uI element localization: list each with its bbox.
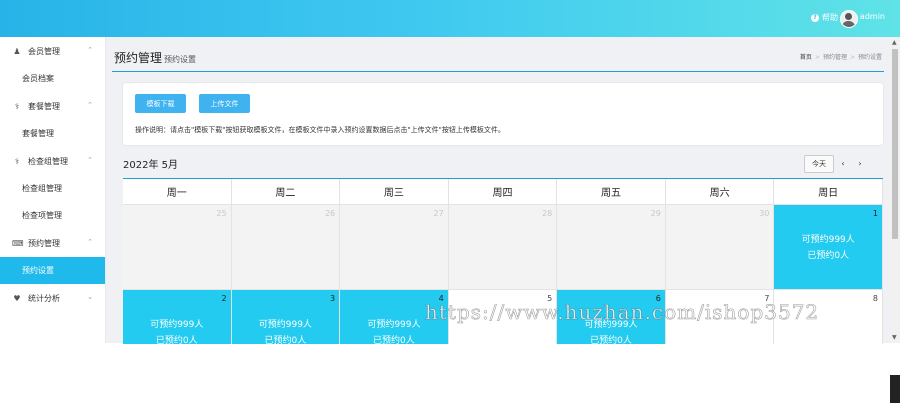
available-count: 可预约999人	[258, 320, 312, 330]
breadcrumb: 首页 > 预约管理 > 预约设置	[800, 52, 882, 61]
calendar-day-cell[interactable]: 1 可预约999人 已预约0人	[774, 205, 883, 290]
booked-count: 已预约0人	[373, 336, 415, 344]
sidebar-group-appointments[interactable]: ⌨ 预约管理 ⌃	[0, 229, 105, 257]
weekday-header: 周一	[123, 179, 232, 205]
calendar-day-cell[interactable]: 3 可预约999人 已预约0人	[231, 290, 341, 344]
weekday-header: 周五	[557, 179, 666, 205]
day-number: 25	[216, 209, 227, 218]
watermark-text: https://www.huzhan.com/ishop3572	[425, 300, 820, 325]
title-divider	[112, 71, 884, 72]
scrollbar-thumb[interactable]	[892, 49, 898, 239]
sidebar: ♟ 会员管理 ⌃ 会员档案 ⚕ 套餐管理 ⌃ 套餐管理 ⚕ 检查组管理 ⌃ 检查…	[0, 37, 106, 343]
scroll-up-arrow-icon[interactable]: ▲	[892, 39, 897, 46]
available-count: 可预约999人	[150, 320, 204, 330]
sidebar-item-member-records[interactable]: 会员档案	[0, 65, 105, 92]
sidebar-group-packages[interactable]: ⚕ 套餐管理 ⌃	[0, 92, 105, 120]
sidebar-group-label: 套餐管理	[28, 101, 60, 111]
chevron-up-icon: ⌃	[87, 46, 93, 54]
main-content: 预约管理 预约设置 首页 > 预约管理 > 预约设置 模板下载 上传文件 操作说明：请点击…	[106, 37, 890, 344]
keyboard-icon: ⌨	[12, 238, 24, 248]
help-link[interactable]: ? 帮助	[811, 12, 838, 23]
top-header-bar: ? 帮助 admin	[0, 0, 900, 37]
instructions-text: 操作说明：请点击"模板下载"按钮获取模板文件，在模板文件中录入预约设置数据后点击…	[135, 126, 505, 134]
breadcrumb-separator: >	[849, 54, 855, 61]
help-label: 帮助	[822, 13, 838, 22]
user-icon: ♟	[13, 46, 21, 56]
sidebar-item-packages[interactable]: 套餐管理	[0, 120, 105, 147]
upload-file-button[interactable]: 上传文件	[199, 94, 250, 113]
sidebar-group-label: 检查组管理	[28, 156, 68, 166]
weekday-header: 周六	[665, 179, 775, 205]
day-number: 1	[872, 209, 878, 218]
sidebar-group-label: 预约管理	[28, 238, 60, 248]
available-count: 可预约999人	[801, 235, 855, 245]
stethoscope-icon: ⚕	[14, 156, 20, 166]
calendar-day-cell[interactable]: 29	[557, 205, 666, 290]
page-title: 预约管理 预约设置	[114, 49, 196, 66]
prev-month-button[interactable]: ‹	[836, 155, 850, 171]
calendar-day-cell[interactable]: 28	[448, 205, 558, 290]
breadcrumb-current: 预约设置	[857, 54, 882, 61]
day-number: 29	[650, 209, 661, 218]
weekday-header: 周三	[340, 179, 449, 205]
chevron-up-icon: ⌃	[87, 101, 93, 109]
booked-count: 已预约0人	[155, 336, 198, 344]
booked-count: 已预约0人	[807, 251, 850, 261]
calendar-day-cell[interactable]: 27	[340, 205, 449, 290]
sidebar-group-members[interactable]: ♟ 会员管理 ⌃	[0, 37, 105, 65]
day-number: 28	[542, 209, 553, 218]
action-card: 模板下载 上传文件 操作说明：请点击"模板下载"按钮获取模板文件，在模板文件中录…	[123, 83, 883, 145]
breadcrumb-item[interactable]: 预约管理	[823, 54, 847, 61]
breadcrumb-home[interactable]: 首页	[800, 54, 812, 61]
weekday-header: 周四	[448, 179, 558, 205]
weekday-header: 周日	[774, 179, 883, 205]
download-template-button[interactable]: 模板下载	[135, 94, 186, 113]
calendar-day-cell[interactable]: 2 可预约999人 已预约0人	[123, 290, 232, 344]
page-title-text: 预约管理	[114, 51, 163, 65]
day-number: 26	[324, 209, 336, 218]
calendar-day-cell[interactable]: 30	[665, 205, 775, 290]
chevron-up-icon: ⌃	[87, 156, 93, 164]
calendar-day-cell[interactable]: 26	[231, 205, 341, 290]
day-number: 30	[759, 209, 770, 218]
chevron-down-icon: ⌄	[87, 293, 93, 301]
weekday-header: 周二	[231, 179, 341, 205]
next-month-button[interactable]: ›	[853, 155, 867, 171]
heartbeat-icon: ♥	[13, 293, 21, 303]
sidebar-group-statistics[interactable]: ♥ 统计分析 ⌄	[0, 284, 105, 312]
booked-count: 已预约0人	[264, 336, 307, 344]
stethoscope-icon: ⚕	[14, 101, 20, 111]
sidebar-group-label: 统计分析	[28, 293, 60, 303]
day-number: 3	[330, 294, 336, 303]
sidebar-group-label: 会员管理	[28, 46, 60, 56]
day-number: 2	[221, 294, 227, 303]
scroll-down-arrow-icon[interactable]: ▼	[892, 334, 897, 341]
sidebar-item-checkgroups[interactable]: 检查组管理	[0, 175, 105, 202]
page-subtitle: 预约设置	[164, 55, 197, 64]
chevron-up-icon: ⌃	[87, 238, 93, 246]
sidebar-group-checkgroups[interactable]: ⚕ 检查组管理 ⌃	[0, 147, 105, 175]
sidebar-item-checkitems[interactable]: 检查项管理	[0, 202, 105, 229]
corner-widget	[890, 375, 900, 403]
username[interactable]: admin	[860, 12, 885, 21]
calendar-day-cell[interactable]: 25	[123, 205, 232, 290]
breadcrumb-separator: >	[814, 54, 820, 61]
calendar-month-label: 2022年 5月	[123, 160, 178, 171]
sidebar-item-appointment-settings[interactable]: 预约设置	[0, 257, 105, 284]
booked-count: 已预约0人	[590, 336, 632, 344]
vertical-scrollbar[interactable]: ▲ ▼	[890, 37, 900, 343]
today-button[interactable]: 今天	[804, 155, 834, 173]
day-number: 27	[433, 209, 444, 218]
avatar[interactable]	[840, 10, 858, 28]
day-number: 8	[872, 294, 878, 303]
question-icon: ?	[811, 13, 819, 22]
